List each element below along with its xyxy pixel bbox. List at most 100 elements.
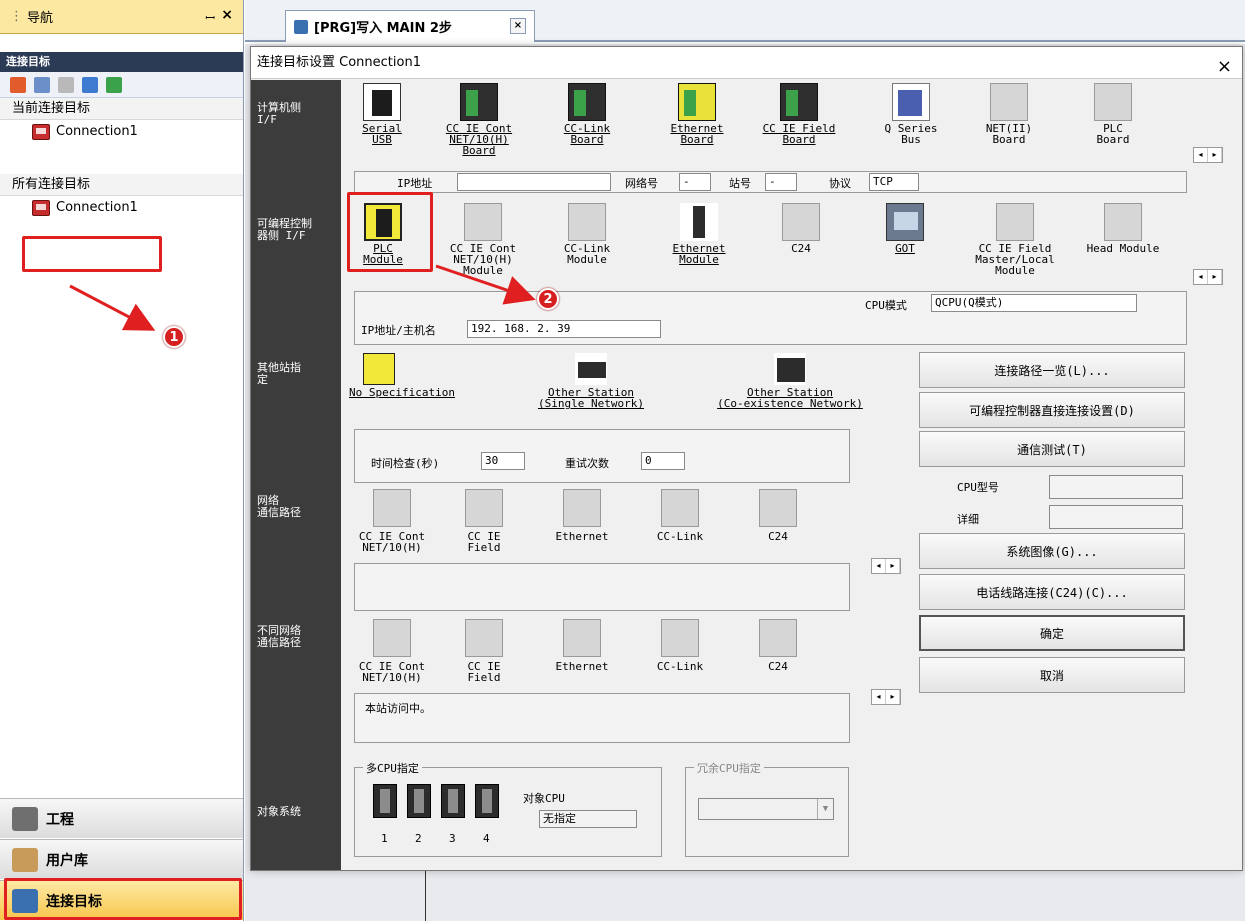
scroll-right-icon[interactable]: ▸ xyxy=(1208,270,1222,284)
plc-if-ethernet-module[interactable]: Ethernet Module xyxy=(653,203,745,265)
ip-host-label: IP地址/主机名 xyxy=(361,324,436,337)
network-no-field[interactable]: - xyxy=(679,173,711,191)
diff-route-label: CC IE Cont NET/10(H) xyxy=(358,660,426,684)
scroll-left-icon[interactable]: ◂ xyxy=(872,559,886,573)
scroll-left-icon[interactable]: ◂ xyxy=(872,690,886,704)
ip-address-field[interactable] xyxy=(457,173,611,191)
tab-close-icon[interactable]: × xyxy=(510,18,526,34)
route-cc-link[interactable] xyxy=(661,489,699,527)
side-label-other-station: 其他站指 定 xyxy=(257,361,301,386)
station-no-field[interactable]: - xyxy=(765,173,797,191)
side-label-pc-if: 计算机侧 I/F xyxy=(257,101,301,126)
protocol-field[interactable]: TCP xyxy=(869,173,919,191)
cpu-type-label: CPU型号 xyxy=(957,481,999,494)
ip-host-field[interactable]: 192. 168. 2. 39 xyxy=(467,320,661,338)
pc-if-label: PLC Board xyxy=(1096,122,1130,146)
pc-if-scroll[interactable]: ◂ ▸ xyxy=(1193,147,1223,163)
route-label: CC IE Cont NET/10(H) xyxy=(358,530,426,554)
pc-if-serial-usb[interactable]: Serial USB xyxy=(336,83,428,145)
diff-route-label: Ethernet xyxy=(555,660,609,673)
no-specification-icon xyxy=(363,353,395,385)
plc-if-cc-ie-cont-module[interactable]: CC IE Cont NET/10(H) Module xyxy=(437,203,529,276)
scroll-right-icon[interactable]: ▸ xyxy=(1208,148,1222,162)
route-cc-ie-field[interactable] xyxy=(465,489,503,527)
diff-route-cc-link[interactable] xyxy=(661,619,699,657)
pc-if-ethernet-board[interactable]: Ethernet Board xyxy=(651,83,743,145)
module-icon xyxy=(1104,203,1142,241)
status-frame: 本站访问中。 xyxy=(354,693,850,743)
plc-if-label: GOT xyxy=(895,242,915,255)
plc-if-c24[interactable]: C24 xyxy=(755,203,847,254)
other-coexistence-network[interactable]: Other Station (Co-existence Network) xyxy=(695,353,885,409)
diff-route-cc-ie-cont[interactable] xyxy=(373,619,411,657)
diff-route-c24[interactable] xyxy=(759,619,797,657)
pc-if-label: Ethernet Board xyxy=(670,122,724,146)
other-station-label: Other Station (Co-existence Network) xyxy=(717,386,863,410)
cpu-1-icon[interactable] xyxy=(373,784,397,818)
cancel-button[interactable]: 取消 xyxy=(919,657,1185,693)
cpu-3-icon[interactable] xyxy=(441,784,465,818)
cpu-mode-field[interactable]: QCPU(Q模式) xyxy=(931,294,1137,312)
system-image-button[interactable]: 系统图像(G)... xyxy=(919,533,1185,569)
route-c24[interactable] xyxy=(759,489,797,527)
plc-if-head-module[interactable]: Head Module xyxy=(1077,203,1169,254)
module-icon xyxy=(464,203,502,241)
route-label: C24 xyxy=(768,530,788,543)
scroll-left-icon[interactable]: ◂ xyxy=(1194,148,1208,162)
diff-route-scroll[interactable]: ◂ ▸ xyxy=(871,689,901,705)
diff-route-cc-ie-field[interactable] xyxy=(465,619,503,657)
pc-if-net-ii-board[interactable]: NET(II) Board xyxy=(963,83,1055,145)
other-station-label: No Specification xyxy=(349,386,455,399)
board-icon xyxy=(568,83,606,121)
plc-if-scroll[interactable]: ◂ ▸ xyxy=(1193,269,1223,285)
pc-if-cc-ie-field-board[interactable]: CC IE Field Board xyxy=(753,83,845,145)
redundant-cpu-title: 冗余CPU指定 xyxy=(694,760,764,776)
pc-if-cc-link-board[interactable]: CC-Link Board xyxy=(541,83,633,145)
cpu-2-icon[interactable] xyxy=(407,784,431,818)
tab-prg-main[interactable]: [PRG]写入 MAIN 2步 × xyxy=(285,10,535,42)
pc-if-q-series-bus[interactable]: Q Series Bus xyxy=(865,83,957,145)
pc-if-cc-ie-cont-board[interactable]: CC IE Cont NET/10(H) Board xyxy=(433,83,525,156)
diff-route-label: CC-Link xyxy=(656,660,704,673)
redundant-cpu-select[interactable]: ▼ xyxy=(698,798,834,820)
plc-if-cc-ie-field-module[interactable]: CC IE Field Master/Local Module xyxy=(969,203,1061,276)
cpu-type-field xyxy=(1049,475,1183,499)
diff-route-ethernet[interactable] xyxy=(563,619,601,657)
time-check-label: 时间检查(秒) xyxy=(371,457,440,470)
comm-test-button[interactable]: 通信测试(T) xyxy=(919,431,1185,467)
pc-if-plc-board[interactable]: PLC Board xyxy=(1067,83,1159,145)
route-cc-ie-cont[interactable] xyxy=(373,489,411,527)
board-icon xyxy=(678,83,716,121)
direct-connect-button[interactable]: 可编程控制器直接连接设置(D) xyxy=(919,392,1185,428)
route-scroll[interactable]: ◂ ▸ xyxy=(871,558,901,574)
chevron-down-icon[interactable]: ▼ xyxy=(817,799,833,819)
arrow-1 xyxy=(69,284,156,331)
tab-strip: [PRG]写入 MAIN 2步 × xyxy=(245,0,1245,42)
cpu-4-icon[interactable] xyxy=(475,784,499,818)
plc-if-label: CC IE Cont NET/10(H) Module xyxy=(449,242,517,277)
plc-if-cc-link-module[interactable]: CC-Link Module xyxy=(541,203,633,265)
cpu-mode-label: CPU模式 xyxy=(865,299,907,312)
station-no-label: 站号 xyxy=(729,177,751,190)
route-list-button[interactable]: 连接路径一览(L)... xyxy=(919,352,1185,388)
scroll-right-icon[interactable]: ▸ xyxy=(886,690,900,704)
scroll-left-icon[interactable]: ◂ xyxy=(1194,270,1208,284)
dialog-close-icon[interactable]: × xyxy=(1217,51,1232,83)
route-ethernet[interactable] xyxy=(563,489,601,527)
detail-field xyxy=(1049,505,1183,529)
detail-label: 详细 xyxy=(957,513,979,526)
plc-info-frame: CPU模式 QCPU(Q模式) IP地址/主机名 192. 168. 2. 39 xyxy=(354,291,1187,345)
single-network-icon xyxy=(575,353,607,385)
ok-button[interactable]: 确定 xyxy=(919,615,1185,651)
other-no-specification[interactable]: No Specification xyxy=(349,353,479,398)
plc-if-got[interactable]: GOT xyxy=(859,203,951,254)
retry-field[interactable]: 0 xyxy=(641,452,685,470)
phone-connect-button[interactable]: 电话线路连接(C24)(C)... xyxy=(919,574,1185,610)
cpu-number: 4 xyxy=(483,832,490,845)
diff-route-label: C24 xyxy=(768,660,788,673)
other-single-network[interactable]: Other Station (Single Network) xyxy=(521,353,661,409)
time-check-field[interactable]: 30 xyxy=(481,452,525,470)
module-icon xyxy=(782,203,820,241)
redundant-cpu-group: 冗余CPU指定 ▼ xyxy=(685,760,849,857)
scroll-right-icon[interactable]: ▸ xyxy=(886,559,900,573)
